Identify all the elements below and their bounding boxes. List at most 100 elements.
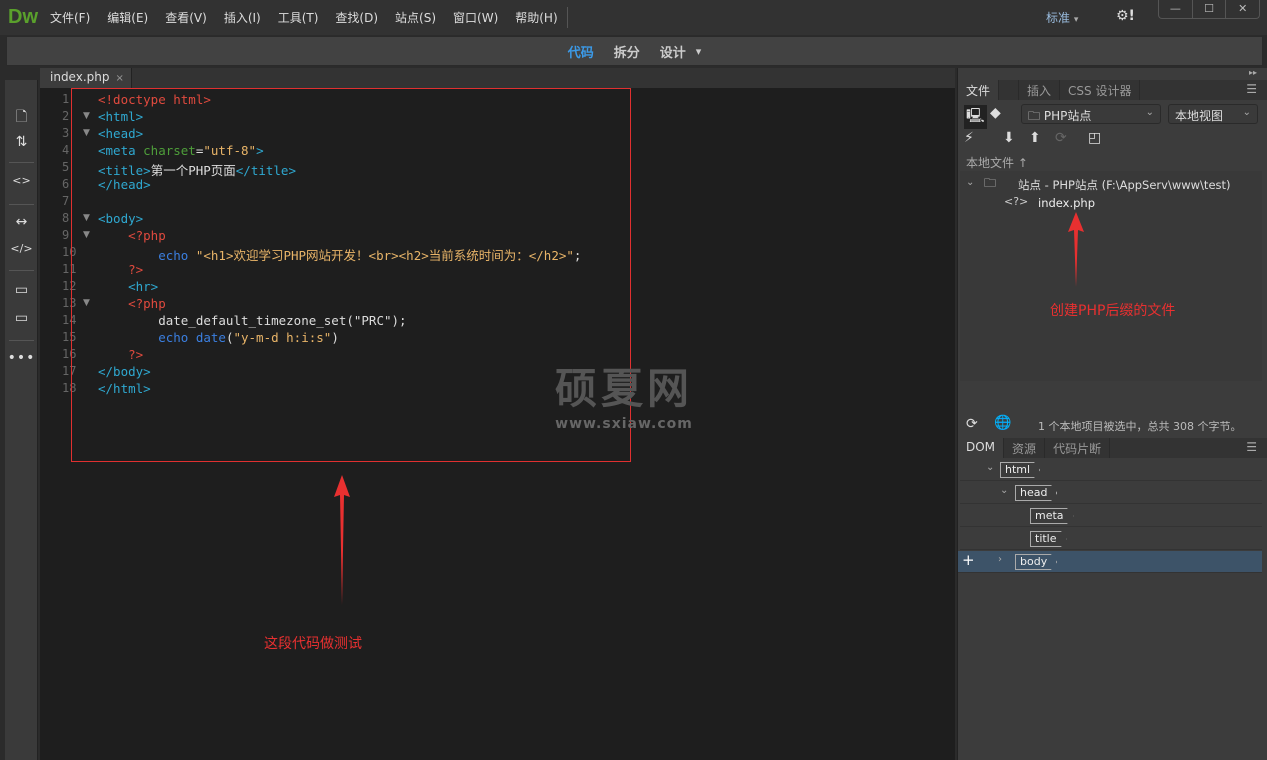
- left-toolbar: 🗋 ⇅ <> ↔ </> ▭ ▭ •••: [5, 80, 38, 760]
- window-controls: — ☐ ✕: [1158, 0, 1260, 19]
- menu-item[interactable]: 工具(T): [278, 9, 319, 26]
- tab-files[interactable]: 文件: [958, 80, 1000, 100]
- collapse-panel-icon[interactable]: ▸▸: [1249, 68, 1257, 77]
- apply-comment-icon[interactable]: ▭: [5, 282, 38, 298]
- menu-item[interactable]: 站点(S): [395, 9, 436, 26]
- close-button[interactable]: ✕: [1226, 0, 1259, 18]
- divider: [9, 270, 34, 271]
- annotation-arrow-up-icon: [334, 475, 350, 605]
- view-design-button[interactable]: 设计: [660, 42, 686, 61]
- tag-label: meta: [1030, 508, 1074, 524]
- dom-node-body[interactable]: + › body: [958, 551, 1262, 573]
- site-value: PHP站点: [1043, 109, 1092, 123]
- refresh-icon[interactable]: ⟳: [966, 416, 978, 432]
- status-text: 1 个本地项目被选中，总共 308 个字节。: [1038, 420, 1242, 433]
- get-files-icon[interactable]: ⬇: [1003, 130, 1015, 146]
- workspace-switcher[interactable]: 标准 ▾: [1046, 9, 1078, 26]
- connect-server-icon[interactable]: 🖳: [964, 105, 987, 129]
- open-documents-icon[interactable]: 🗋: [5, 106, 38, 130]
- disconnect-icon[interactable]: ⚡: [964, 130, 974, 146]
- tab-css-designer[interactable]: CSS 设计器: [1060, 80, 1141, 100]
- tag-label: html: [1000, 462, 1041, 478]
- format-source-icon[interactable]: </>: [5, 242, 38, 255]
- chevron-down-icon[interactable]: ⌄: [1000, 485, 1008, 496]
- site-globe-icon[interactable]: 🌐: [994, 415, 1011, 431]
- tab-assets[interactable]: 资源: [1004, 438, 1046, 458]
- chevron-down-icon[interactable]: ⌄: [986, 462, 994, 473]
- tab-label: index.php: [50, 70, 110, 84]
- dom-node-head[interactable]: ⌄ head: [960, 482, 1262, 504]
- panel-menu-icon[interactable]: ☰: [1246, 440, 1257, 454]
- tag-label: title: [1030, 531, 1067, 547]
- menu-item[interactable]: 窗口(W): [453, 9, 498, 26]
- tab-spacer: [999, 80, 1020, 100]
- close-tab-icon[interactable]: ×: [115, 73, 123, 84]
- view-value: 本地视图: [1175, 109, 1224, 123]
- watermark-url: www.sxiaw.com: [555, 416, 693, 432]
- tab-dom[interactable]: DOM: [958, 438, 1005, 458]
- chevron-down-icon: ⌄: [1242, 107, 1251, 118]
- menu-item[interactable]: 查看(V): [165, 9, 207, 26]
- chevron-down-icon[interactable]: ⌄: [966, 177, 974, 188]
- site-select[interactable]: 🗀 PHP站点 ⌄: [1021, 104, 1161, 124]
- divider: [9, 162, 34, 163]
- site-root-item[interactable]: 站点 - PHP站点 (F:\AppServ\www\test): [1018, 177, 1231, 193]
- menu-item[interactable]: 文件(F): [50, 9, 90, 26]
- minimize-button[interactable]: —: [1159, 0, 1193, 18]
- chevron-right-icon[interactable]: ›: [998, 554, 1002, 565]
- view-code-button[interactable]: 代码: [568, 42, 594, 61]
- view-menu-chevron-icon[interactable]: ▾: [696, 45, 702, 58]
- dom-node-title[interactable]: title: [960, 528, 1262, 550]
- dom-node-meta[interactable]: meta: [960, 505, 1262, 527]
- menu-item[interactable]: 编辑(E): [107, 9, 148, 26]
- add-element-icon[interactable]: +: [962, 551, 975, 569]
- annotation-arrow-up-icon: [1068, 212, 1084, 287]
- folder-icon: 🗀: [984, 176, 997, 190]
- folder-icon: 🗀: [1028, 109, 1044, 123]
- workspace-label: 标准: [1046, 11, 1071, 25]
- annotation-highlight-box: [71, 88, 631, 462]
- files-panel-tabs: 文件 插入 CSS 设计器: [958, 80, 1267, 100]
- expand-icon[interactable]: ◰: [1088, 130, 1101, 146]
- put-files-icon[interactable]: ⬆: [1029, 130, 1041, 146]
- right-panel: ▸▸ 文件 插入 CSS 设计器 ☰ 🖳 ◆ 🗀 PHP站点 ⌄ 本地视图 ⌄ ⚡ …: [957, 68, 1267, 760]
- watermark-title: 硕夏网: [555, 364, 694, 413]
- file-item-index-php[interactable]: index.php: [1038, 196, 1095, 210]
- menu-item[interactable]: 插入(I): [224, 9, 261, 26]
- watermark: 硕夏网 www.sxiaw.com: [555, 355, 693, 432]
- document-tab-strip: [40, 68, 955, 88]
- menu-item[interactable]: 查找(D): [335, 9, 378, 26]
- chevron-down-icon: ▾: [1073, 15, 1079, 25]
- divider: [9, 340, 34, 341]
- tag-label: body: [1015, 554, 1058, 570]
- git-icon[interactable]: ◆: [990, 105, 1001, 121]
- tab-insert[interactable]: 插入: [1019, 80, 1061, 100]
- chevron-down-icon: ⌄: [1145, 107, 1154, 118]
- tag-label: head: [1015, 485, 1058, 501]
- dom-node-html[interactable]: ⌄ html: [960, 459, 1262, 481]
- divider: [567, 7, 568, 28]
- file-management-icon[interactable]: ⇅: [5, 134, 38, 150]
- divider: [9, 204, 34, 205]
- view-select[interactable]: 本地视图 ⌄: [1168, 104, 1258, 124]
- tab-snippets[interactable]: 代码片断: [1045, 438, 1111, 458]
- panel-menu-icon[interactable]: ☰: [1246, 82, 1257, 96]
- code-navigator-icon[interactable]: <>: [5, 174, 38, 187]
- file-tree: ⌄ 🗀 站点 - PHP站点 (F:\AppServ\www\test) <?>…: [960, 171, 1262, 381]
- annotation-code: 这段代码做测试: [264, 636, 362, 652]
- annotation-file: 创建PHP后缀的文件: [1050, 303, 1176, 319]
- settings-gear-icon[interactable]: ⚙!: [1116, 8, 1135, 24]
- refresh-icon[interactable]: ⟳: [1055, 130, 1067, 146]
- more-icon[interactable]: •••: [5, 350, 38, 366]
- expand-collapse-icon[interactable]: ↔: [5, 214, 38, 230]
- maximize-button[interactable]: ☐: [1193, 0, 1227, 18]
- app-logo: Dw: [8, 6, 38, 28]
- view-split-button[interactable]: 拆分: [614, 42, 640, 61]
- tab-index-php[interactable]: index.php ×: [40, 68, 132, 88]
- view-toolbar: 代码 拆分 设计 ▾: [6, 36, 1263, 66]
- menu-item[interactable]: 帮助(H): [515, 9, 557, 26]
- dom-panel-tabs: DOM 资源 代码片断: [958, 438, 1267, 458]
- local-files-column[interactable]: 本地文件 ↑: [966, 154, 1028, 171]
- remove-comment-icon[interactable]: ▭: [5, 310, 38, 326]
- php-file-icon: <?>: [1004, 195, 1029, 208]
